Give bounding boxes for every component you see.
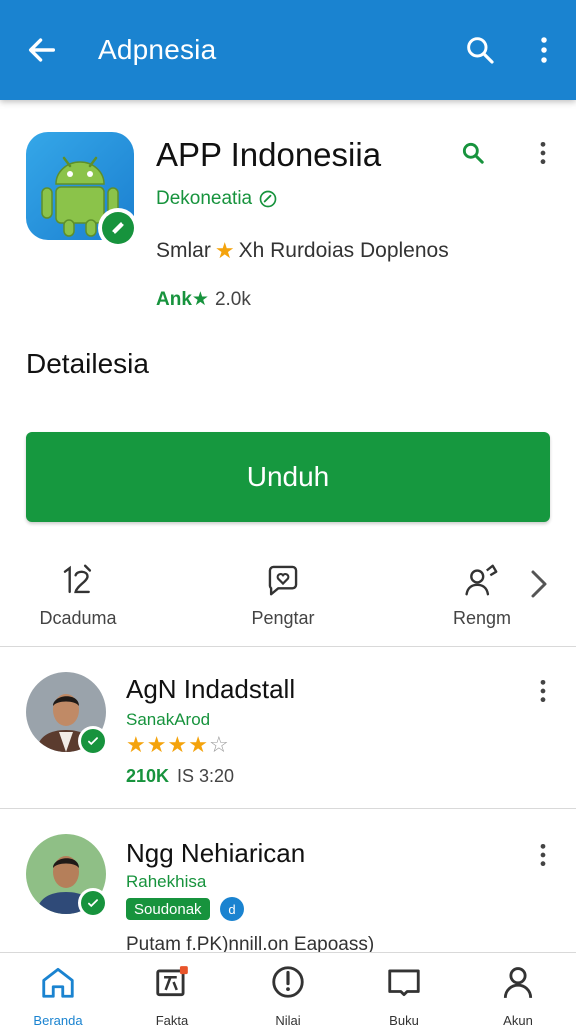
- nav-item-explore[interactable]: Nilai: [238, 963, 338, 1025]
- install-button[interactable]: Unduh: [26, 432, 550, 522]
- action-label: Rengm: [452, 608, 512, 628]
- nav-item-home[interactable]: Beranda: [8, 963, 108, 1025]
- download-count: 2.0k: [214, 288, 251, 310]
- arrow-left-icon[interactable]: [22, 30, 62, 70]
- star-icon: ★: [214, 238, 235, 263]
- review-item[interactable]: AgN Indadstall SanakArod ★★★★☆ 210K IS 3…: [0, 660, 576, 810]
- app-rating-line: Ank★ 2.0k: [156, 288, 251, 311]
- reviewer-subtitle: SanakArod: [126, 710, 211, 729]
- more-vert-icon[interactable]: [526, 30, 562, 70]
- review-date: IS 3:20: [177, 766, 235, 786]
- action-item-0[interactable]: Dcaduma: [8, 560, 148, 640]
- verified-circle-icon: [259, 190, 277, 208]
- android-robot-icon: [26, 132, 138, 248]
- nav-item-account[interactable]: Akun: [468, 963, 568, 1025]
- app-name: APP Indonesiia: [156, 136, 382, 173]
- bottom-navigation: Beranda Fakta Nilai Buku Akun: [0, 952, 576, 1025]
- app-more-vert-icon[interactable]: [526, 136, 560, 170]
- developer-link[interactable]: Dekoneatia: [156, 188, 278, 210]
- action-item-1[interactable]: Pengtar: [213, 560, 353, 640]
- action-label: Pengtar: [251, 608, 315, 628]
- number-12-icon: [58, 560, 98, 600]
- star-icon: ★: [188, 732, 209, 757]
- review-meta: 210K IS 3:20: [126, 766, 234, 787]
- compass-icon: [267, 963, 309, 1001]
- share-person-icon: [462, 560, 502, 600]
- meta-prefix: Smlar: [156, 239, 211, 262]
- nav-label: Fakta: [155, 1013, 189, 1025]
- heart-chat-icon: [263, 560, 303, 600]
- more-vert-icon[interactable]: [526, 838, 560, 872]
- top-app-bar: Adpnesia: [0, 0, 576, 100]
- reviewer-name: Ngg Nehiarican: [126, 838, 306, 868]
- home-icon: [37, 963, 79, 1001]
- action-label: Dcaduma: [39, 608, 117, 628]
- nav-label: Buku: [389, 1013, 419, 1025]
- app-search-icon[interactable]: [456, 136, 490, 170]
- chevron-right-icon[interactable]: [524, 564, 554, 604]
- verified-badge-icon: [78, 888, 108, 918]
- divider: [0, 646, 576, 647]
- nav-item-books[interactable]: Buku: [354, 963, 454, 1025]
- more-vert-icon[interactable]: [526, 674, 560, 708]
- app-bar-title: Adpnesia: [98, 34, 217, 65]
- star-outline-icon: ☆: [208, 732, 230, 757]
- news-badge-icon: [151, 963, 193, 1001]
- book-icon: [383, 963, 425, 1001]
- verified-badge-icon: [78, 726, 108, 756]
- meta-suffix: Xh Rurdoias Doplenos: [238, 239, 449, 262]
- developer-name: Dekoneatia: [156, 188, 253, 209]
- avatar: [26, 672, 108, 756]
- divider: [0, 808, 576, 809]
- star-rating: ★★★★☆: [126, 732, 230, 758]
- search-icon[interactable]: [460, 30, 500, 70]
- reviewer-subtitle: Rahekhisa: [126, 872, 207, 891]
- nav-label: Beranda: [33, 1013, 83, 1025]
- nav-item-news[interactable]: Fakta: [122, 963, 222, 1025]
- review-count: 210K: [126, 766, 170, 786]
- section-title: Detailesia: [26, 348, 149, 379]
- status-badge: Soudonak: [126, 898, 210, 920]
- star-icon: ★: [167, 732, 189, 757]
- nav-label: Nilai: [275, 1013, 301, 1025]
- person-icon: [497, 963, 539, 1001]
- app-meta-line: Smlar ★ Xh Rurdoias Doplenos: [156, 238, 449, 264]
- review-item[interactable]: Ngg Nehiarican Rahekhisa Soudonak d Puta…: [0, 820, 576, 955]
- star-icon: ★: [126, 732, 147, 757]
- info-badge-icon: d: [220, 897, 244, 921]
- star-icon: ★: [146, 732, 168, 757]
- rating-label: Ank★: [156, 289, 209, 310]
- reviewer-name: AgN Indadstall: [126, 674, 296, 704]
- avatar: [26, 834, 108, 918]
- nav-label: Akun: [503, 1013, 533, 1025]
- verified-badge-icon: [98, 208, 138, 248]
